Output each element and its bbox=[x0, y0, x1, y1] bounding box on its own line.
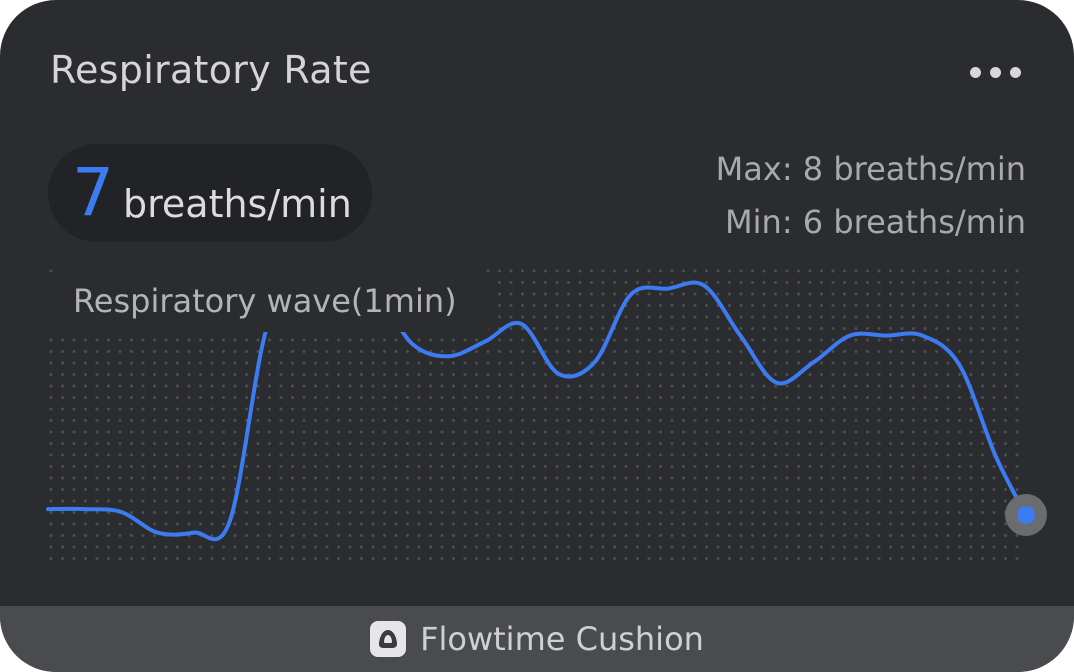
respiratory-rate-card: Respiratory Rate 7 breaths/min Max: 8 br… bbox=[0, 0, 1074, 672]
footer-bar[interactable]: Flowtime Cushion bbox=[0, 606, 1074, 672]
cushion-icon bbox=[370, 621, 407, 657]
current-point-marker bbox=[1017, 505, 1035, 524]
footer-label: Flowtime Cushion bbox=[420, 620, 704, 658]
wave-label: Respiratory wave(1min) bbox=[49, 270, 493, 332]
